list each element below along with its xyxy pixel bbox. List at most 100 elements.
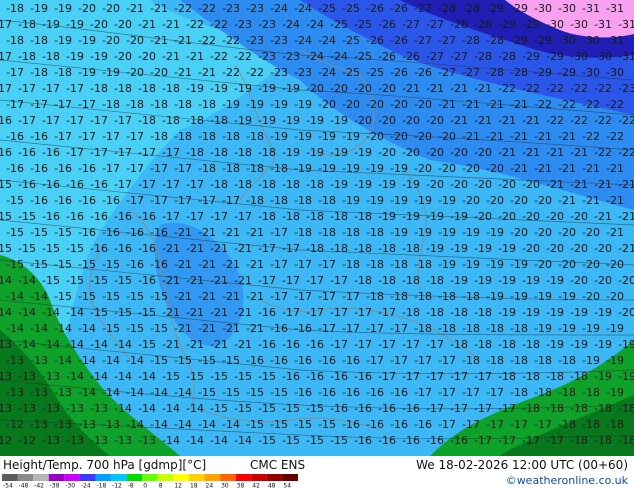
contour-label: -19: [594, 370, 612, 383]
contour-label: -14: [162, 402, 180, 415]
contour-label: -21: [546, 146, 564, 159]
contour-label: -16: [294, 386, 312, 399]
contour-label: -18: [558, 386, 576, 399]
contour-label: -21: [558, 130, 576, 143]
contour-label: -14: [234, 434, 252, 447]
contour-label: -19: [486, 258, 504, 271]
contour-label: -21: [450, 82, 468, 95]
contour-label: -19: [606, 354, 624, 367]
contour-label: -17: [174, 162, 192, 175]
contour-label: -21: [522, 114, 540, 127]
contour-label: -17: [486, 418, 504, 431]
contour-label: -19: [318, 162, 336, 175]
contour-label: -20: [114, 18, 132, 31]
contour-label: -19: [282, 146, 300, 159]
contour-label: -28: [486, 34, 504, 47]
contour-label: -16: [270, 322, 288, 335]
contour-label: -20: [318, 98, 336, 111]
contour-label: -15: [234, 370, 252, 383]
contour-label: -22: [234, 50, 252, 63]
contour-label: -17: [66, 146, 84, 159]
contour-label: -17: [378, 306, 396, 319]
contour-label: -18: [318, 194, 336, 207]
contour-label: -12: [6, 418, 24, 431]
contour-label: -12: [18, 434, 36, 447]
contour-label: -17: [318, 290, 336, 303]
contour-label: -28: [498, 50, 516, 63]
contour-label: -18: [486, 354, 504, 367]
contour-label: -17: [366, 354, 384, 367]
contour-label: -14: [198, 418, 216, 431]
contour-label: -17: [366, 322, 384, 335]
contour-label: -17: [462, 418, 480, 431]
contour-label: -14: [126, 354, 144, 367]
contour-label: -15: [42, 242, 60, 255]
contour-label: -15: [258, 434, 276, 447]
contour-label: -17: [138, 178, 156, 191]
contour-label: -17: [462, 386, 480, 399]
contour-label: -22: [246, 66, 264, 79]
contour-label: -23: [270, 34, 288, 47]
scale-tick-label: -38: [50, 483, 60, 489]
contour-label: -17: [342, 290, 360, 303]
contour-label: -20: [414, 130, 432, 143]
contour-label: -27: [426, 50, 444, 63]
contour-label: -14: [222, 418, 240, 431]
scale-tick-label: 38: [237, 483, 245, 489]
contour-label: -17: [402, 338, 420, 351]
contour-label: -18: [54, 66, 72, 79]
contour-label: -21: [522, 146, 540, 159]
credit-link[interactable]: ©weatheronline.co.uk: [506, 474, 628, 487]
contour-label: -18: [198, 162, 216, 175]
contour-label: -17: [402, 370, 420, 383]
contour-label: -22: [546, 82, 564, 95]
scale-tick-label: -54: [3, 483, 13, 489]
contour-label: -14: [54, 354, 72, 367]
contour-label: -18: [90, 82, 108, 95]
contour-label: -19: [594, 338, 612, 351]
contour-label: -20: [618, 306, 634, 319]
contour-label: -18: [246, 194, 264, 207]
contour-label: -19: [354, 146, 372, 159]
contour-label: -14: [90, 370, 108, 383]
contour-label: -16: [102, 226, 120, 239]
contour-label: -17: [510, 418, 528, 431]
contour-label: -20: [402, 114, 420, 127]
contour-label: -21: [510, 98, 528, 111]
contour-label: -17: [150, 162, 168, 175]
contour-label: -21: [618, 178, 634, 191]
contour-label: -18: [390, 258, 408, 271]
contour-label: -21: [186, 338, 204, 351]
contour-label: -18: [594, 402, 612, 415]
contour-label: -17: [54, 130, 72, 143]
contour-label: -29: [522, 18, 540, 31]
contour-label: -19: [234, 114, 252, 127]
contour-label: -18: [246, 130, 264, 143]
weather-map: -18 -19 -19 -20 -20 -21 -21 -22 -22 -23 -23 -24 -24-…: [0, 0, 634, 456]
contour-label: -18: [198, 98, 216, 111]
contour-label: -19: [546, 274, 564, 287]
contour-label: -18: [414, 322, 432, 335]
contour-label: -21: [498, 114, 516, 127]
contour-label: -17: [150, 194, 168, 207]
contour-label: -19: [306, 114, 324, 127]
contour-label: -19: [258, 114, 276, 127]
contour-label: -17: [42, 82, 60, 95]
contour-label: -25: [354, 50, 372, 63]
contour-label: -13: [6, 354, 24, 367]
contour-label: -22: [522, 82, 540, 95]
contour-label: -30: [570, 50, 588, 63]
contour-label: -18: [198, 130, 216, 143]
contour-label: -21: [246, 290, 264, 303]
contour-label: -20: [138, 50, 156, 63]
contour-label: -14: [114, 338, 132, 351]
contour-label: -21: [234, 274, 252, 287]
contour-label: -15: [0, 210, 12, 223]
contour-label: -17: [222, 194, 240, 207]
contour-label: -20: [378, 82, 396, 95]
contour-label: -15: [330, 434, 348, 447]
contour-label: -19: [90, 50, 108, 63]
contour-label: -24: [318, 34, 336, 47]
contour-label: -17: [450, 402, 468, 415]
contour-label: -21: [246, 322, 264, 335]
